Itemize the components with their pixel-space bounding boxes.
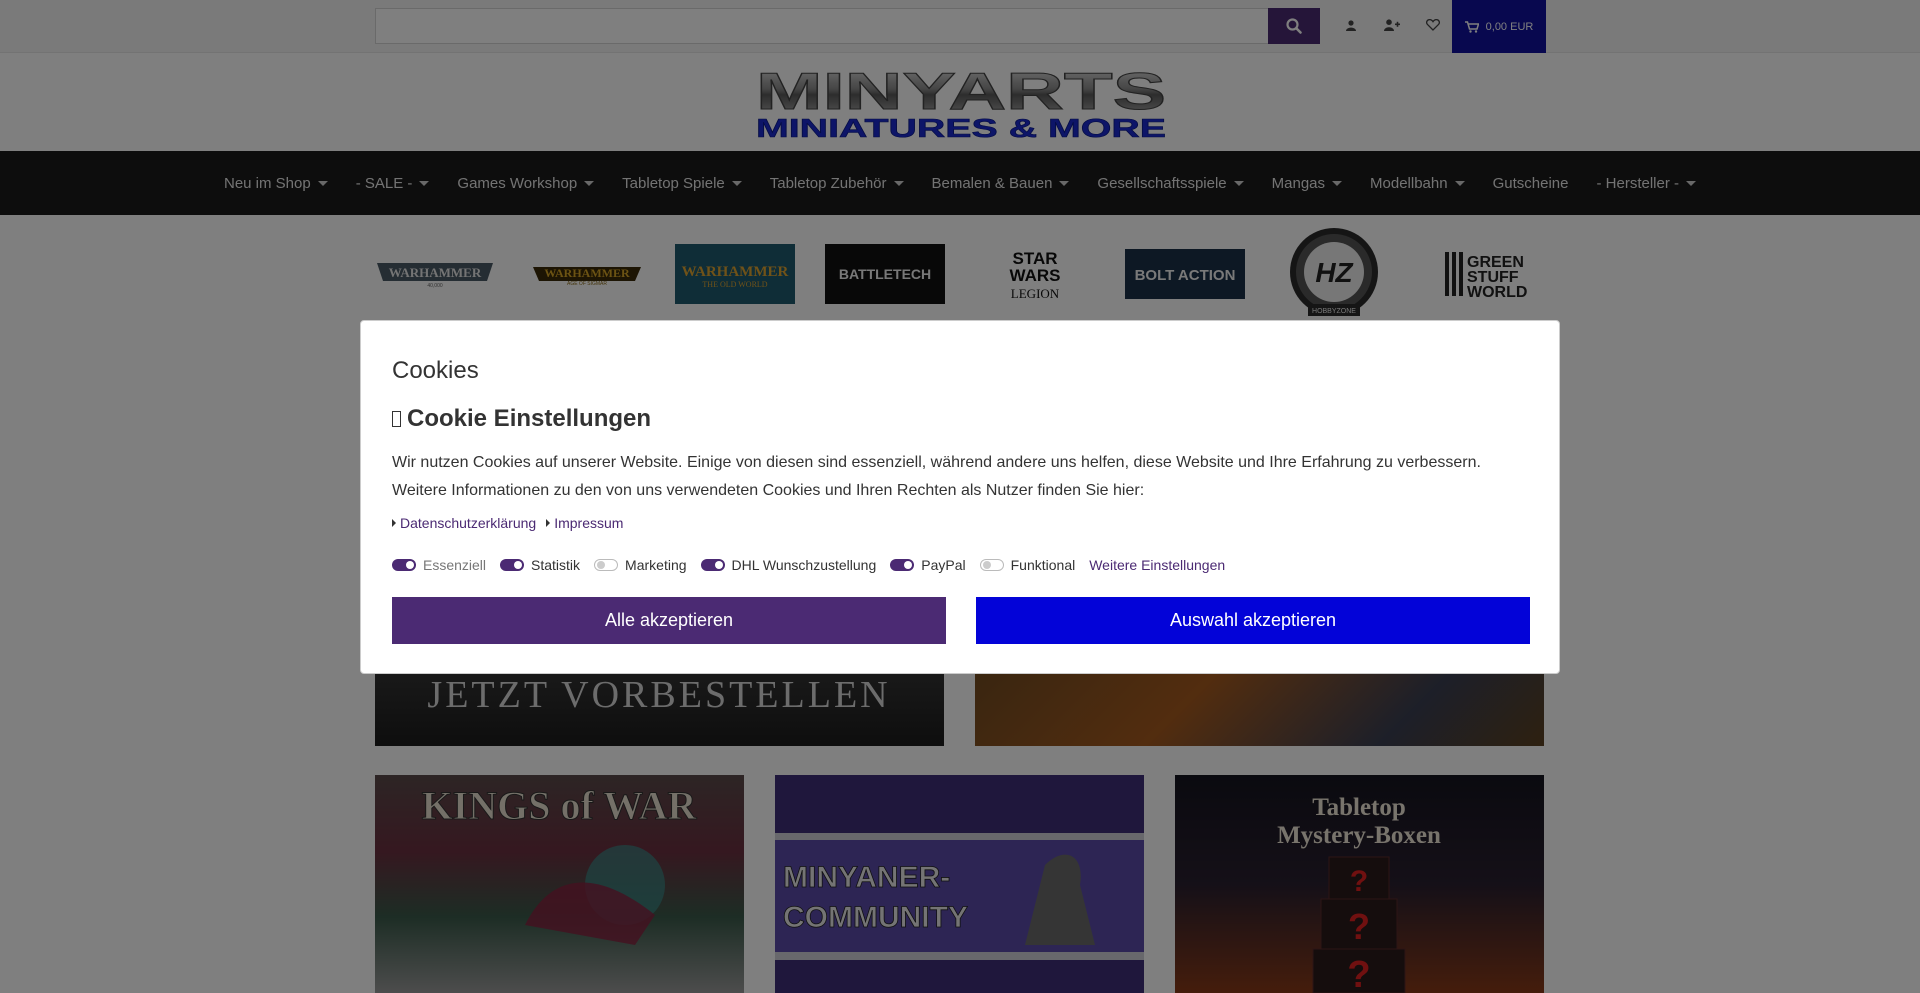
cookie-toggles: Essenziell Statistik Marketing DHL Wunschzu… [392, 557, 1225, 573]
toggle-label: DHL Wunschzustellung [731, 557, 877, 573]
toggle-switch[interactable] [500, 559, 525, 571]
cookie-dialog: Cookies Cookie Einstellungen Wir nutzen … [360, 320, 1560, 674]
imprint-link-label: Impressum [554, 515, 624, 531]
privacy-link[interactable]: Datenschutzerklärung [392, 515, 536, 531]
imprint-link[interactable]: Impressum [546, 515, 623, 531]
cookie-dialog-title: Cookies [392, 357, 479, 384]
toggle-knob [714, 561, 723, 569]
toggle-knob [982, 561, 991, 569]
toggle-marketing[interactable]: Marketing [594, 557, 687, 573]
toggle-switch[interactable] [700, 559, 725, 571]
toggle-knob [406, 561, 414, 569]
toggle-essenziell: Essenziell [392, 557, 486, 573]
toggle-funktional[interactable]: Funktional [979, 557, 1076, 573]
toggle-paypal[interactable]: PayPal [890, 557, 966, 573]
toggle-label: Marketing [625, 557, 687, 573]
caret-right-icon [546, 519, 551, 527]
privacy-link-label: Datenschutzerklärung [400, 515, 537, 531]
cookie-links: Datenschutzerklärung Impressum [392, 515, 623, 531]
toggle-label: Funktional [1010, 557, 1076, 573]
toggle-knob [597, 561, 606, 569]
toggle-dhl-wunschzustellung[interactable]: DHL Wunschzustellung [700, 557, 877, 573]
toggle-label: Statistik [531, 557, 581, 573]
toggle-switch [392, 559, 416, 571]
toggle-label: Essenziell [423, 557, 487, 573]
accept-all-button[interactable]: Alle akzeptieren [392, 597, 946, 644]
toggle-switch[interactable] [890, 559, 915, 571]
toggle-switch[interactable] [979, 559, 1004, 571]
cookie-dialog-subtitle: Cookie Einstellungen [392, 405, 651, 433]
cookie-description: Wir nutzen Cookies auf unserer Website. … [392, 454, 1481, 499]
toggle-knob [904, 561, 913, 569]
toggle-statistik[interactable]: Statistik [500, 557, 580, 573]
cookie-icon [392, 411, 401, 427]
toggle-switch[interactable] [594, 559, 619, 571]
cookie-subtitle-text: Cookie Einstellungen [407, 405, 652, 432]
more-settings-link[interactable]: Weitere Einstellungen [1089, 557, 1225, 573]
accept-selection-button[interactable]: Auswahl akzeptieren [976, 597, 1530, 644]
caret-right-icon [392, 519, 396, 527]
toggle-label: PayPal [921, 557, 966, 573]
toggle-knob [514, 561, 523, 569]
